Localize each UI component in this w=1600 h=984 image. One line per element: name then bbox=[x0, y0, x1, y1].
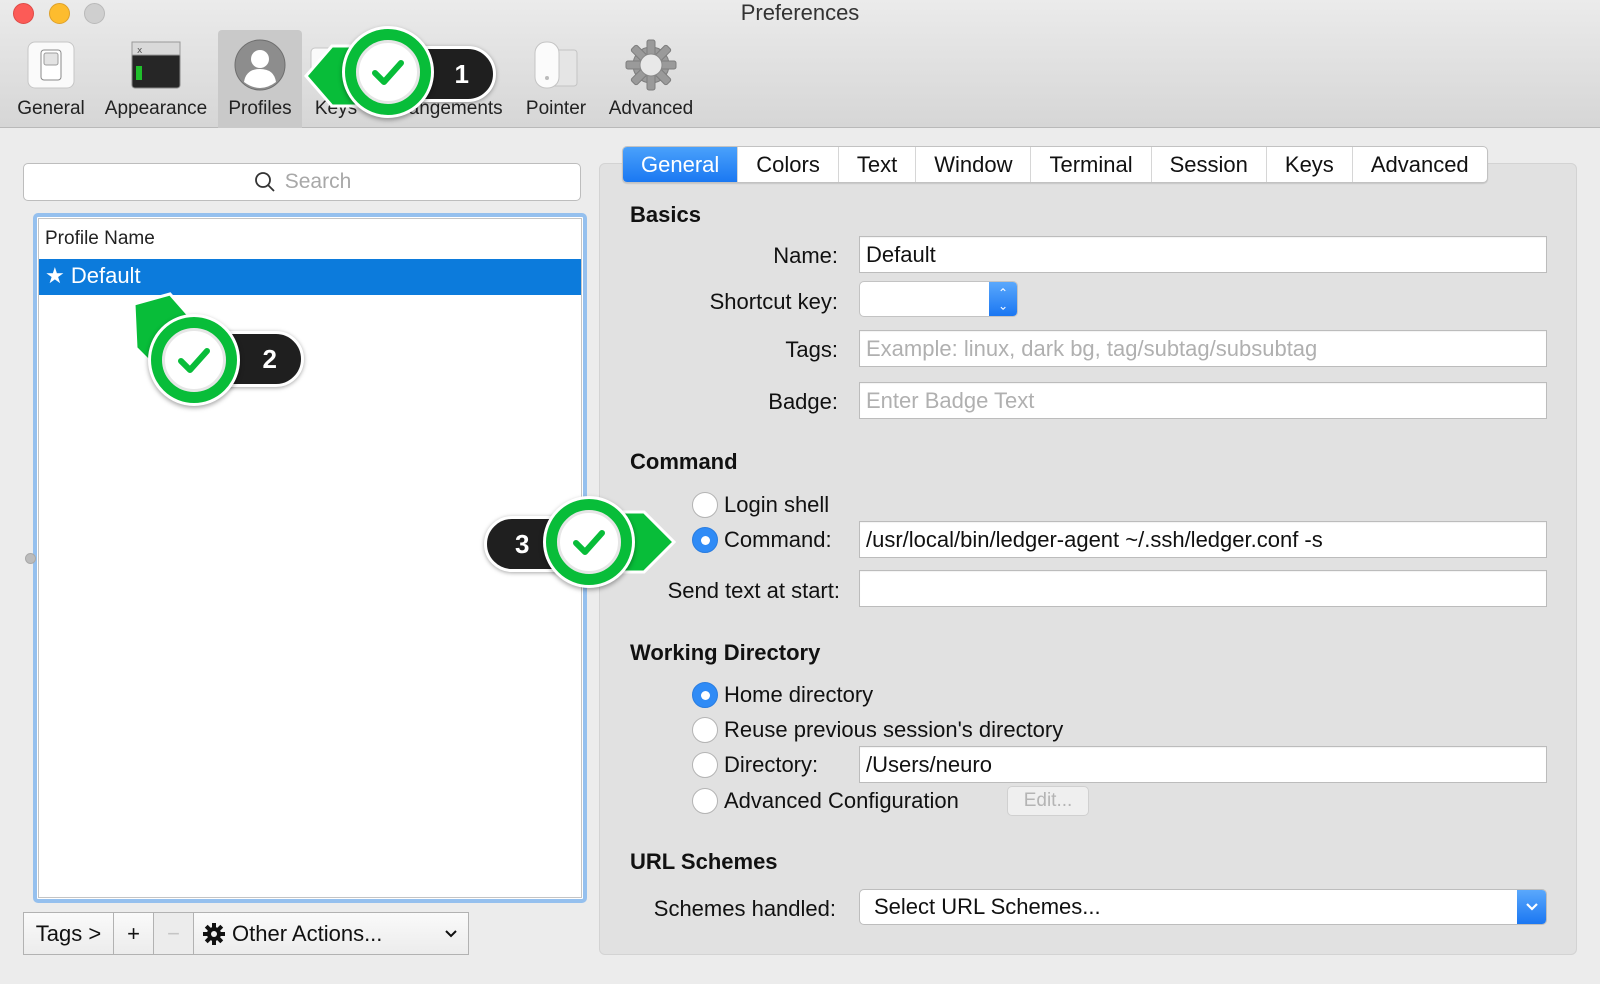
command-input[interactable]: /usr/local/bin/ledger-agent ~/.ssh/ledge… bbox=[859, 521, 1547, 558]
chevron-down-icon[interactable] bbox=[1517, 890, 1546, 924]
radio-button[interactable] bbox=[692, 682, 718, 708]
profile-row-default[interactable]: ★ Default bbox=[39, 259, 581, 295]
check-badge bbox=[148, 314, 240, 406]
profile-name-field[interactable]: Default bbox=[859, 236, 1547, 273]
profile-search-input[interactable]: Search bbox=[23, 163, 581, 201]
toolbar-item-label: Advanced bbox=[608, 98, 694, 119]
tab-text[interactable]: Text bbox=[839, 147, 917, 182]
radio-label: Home directory bbox=[724, 682, 874, 707]
checkmark-icon bbox=[372, 60, 404, 85]
toolbar-item-label: Appearance bbox=[104, 98, 208, 119]
add-profile-button[interactable]: + bbox=[114, 912, 154, 955]
toolbar-item-label: Pointer bbox=[525, 98, 587, 119]
up-down-chevron-icon[interactable]: ⌃ ⌃ bbox=[989, 282, 1017, 316]
tags-label: Tags: bbox=[785, 337, 838, 362]
checkmark-icon bbox=[178, 348, 210, 373]
tab-terminal[interactable]: Terminal bbox=[1031, 147, 1152, 182]
default-star-icon: ★ bbox=[45, 263, 71, 288]
radio-button[interactable] bbox=[692, 527, 718, 553]
radio-label: Login shell bbox=[724, 492, 830, 517]
window-title: Preferences bbox=[740, 0, 860, 25]
profile-actions-bar: Tags > + − Other Actions... bbox=[23, 912, 469, 955]
radio-button[interactable] bbox=[692, 492, 718, 518]
toolbar-item-advanced[interactable]: Advanced bbox=[602, 30, 700, 128]
other-actions-label: Other Actions... bbox=[232, 920, 383, 946]
switch-icon bbox=[27, 41, 75, 89]
radio-advanced-configuration[interactable]: Advanced Configuration bbox=[692, 788, 959, 814]
tags-toggle-button[interactable]: Tags > bbox=[23, 912, 114, 955]
profile-settings-tabs: General Colors Text Window Terminal Sess… bbox=[622, 146, 1488, 183]
radio-command[interactable]: Command: bbox=[692, 527, 832, 553]
radio-reuse-previous-directory[interactable]: Reuse previous session's directory bbox=[692, 717, 1063, 743]
edit-advanced-configuration-button[interactable]: Edit... bbox=[1007, 786, 1089, 816]
badge-label: Badge: bbox=[768, 389, 838, 414]
tags-input[interactable]: Example: linux, dark bg, tag/subtag/subs… bbox=[859, 330, 1547, 367]
radio-label: Directory: bbox=[724, 752, 819, 777]
profile-settings-panel bbox=[599, 163, 1577, 955]
toolbar-item-label: Profiles bbox=[228, 98, 292, 119]
toolbar-item-profiles[interactable]: Profiles bbox=[218, 30, 302, 128]
window-toolbar: Preferences General x Appearance Profile… bbox=[0, 0, 1600, 128]
tab-general[interactable]: General bbox=[623, 147, 739, 182]
profile-name: Default bbox=[70, 263, 141, 288]
shortcut-key-label: Shortcut key: bbox=[709, 289, 838, 314]
section-title-basics: Basics bbox=[630, 202, 701, 227]
toolbar-item-label: General bbox=[17, 98, 85, 119]
search-placeholder: Search bbox=[284, 170, 352, 193]
gear-icon bbox=[203, 922, 225, 945]
radio-button[interactable] bbox=[692, 752, 718, 778]
remove-profile-button[interactable]: − bbox=[154, 912, 194, 955]
schemes-handled-label: Schemes handled: bbox=[653, 896, 836, 921]
toolbar-item-pointer[interactable]: Pointer bbox=[520, 30, 592, 128]
radio-directory[interactable]: Directory: bbox=[692, 752, 818, 778]
radio-button[interactable] bbox=[692, 717, 718, 743]
check-badge bbox=[543, 496, 635, 588]
search-icon bbox=[254, 172, 275, 192]
tab-session[interactable]: Session bbox=[1152, 147, 1267, 182]
shortcut-key-select[interactable]: ⌃ ⌃ bbox=[859, 281, 1018, 317]
badge-input[interactable]: Enter Badge Text bbox=[859, 382, 1547, 419]
column-header-profile-name[interactable]: Profile Name bbox=[39, 219, 581, 259]
url-schemes-select[interactable]: Select URL Schemes... bbox=[859, 889, 1547, 925]
tab-colors[interactable]: Colors bbox=[738, 147, 839, 182]
tab-keys[interactable]: Keys bbox=[1267, 147, 1353, 182]
toolbar-item-general[interactable]: General bbox=[10, 30, 92, 128]
url-schemes-value: Select URL Schemes... bbox=[874, 894, 1101, 919]
svg-text:x: x bbox=[137, 46, 143, 56]
send-text-input[interactable] bbox=[859, 570, 1547, 607]
directory-input[interactable]: /Users/neuro bbox=[859, 746, 1547, 783]
section-title-command: Command bbox=[630, 449, 738, 474]
radio-label: Reuse previous session's directory bbox=[724, 717, 1064, 742]
tab-window[interactable]: Window bbox=[916, 147, 1032, 182]
user-silhouette-icon bbox=[234, 39, 286, 91]
section-title-working-directory: Working Directory bbox=[630, 640, 821, 665]
radio-label: Command: bbox=[724, 527, 832, 552]
check-badge bbox=[342, 26, 434, 118]
radio-label: Advanced Configuration bbox=[724, 788, 959, 813]
chevron-down-icon bbox=[445, 929, 457, 937]
terminal-window-icon: x bbox=[131, 41, 181, 89]
radio-login-shell[interactable]: Login shell bbox=[692, 492, 829, 518]
toolbar-item-appearance[interactable]: x Appearance bbox=[98, 30, 214, 128]
section-title-url-schemes: URL Schemes bbox=[630, 849, 778, 874]
radio-button[interactable] bbox=[692, 788, 718, 814]
tab-advanced[interactable]: Advanced bbox=[1353, 147, 1487, 182]
other-actions-dropdown[interactable]: Other Actions... bbox=[194, 912, 469, 955]
radio-home-directory[interactable]: Home directory bbox=[692, 682, 873, 708]
gear-icon bbox=[625, 39, 677, 91]
split-view-resize-handle[interactable] bbox=[25, 553, 36, 564]
checkmark-icon bbox=[573, 530, 605, 555]
mouse-icon bbox=[534, 41, 578, 89]
name-label: Name: bbox=[773, 243, 838, 268]
